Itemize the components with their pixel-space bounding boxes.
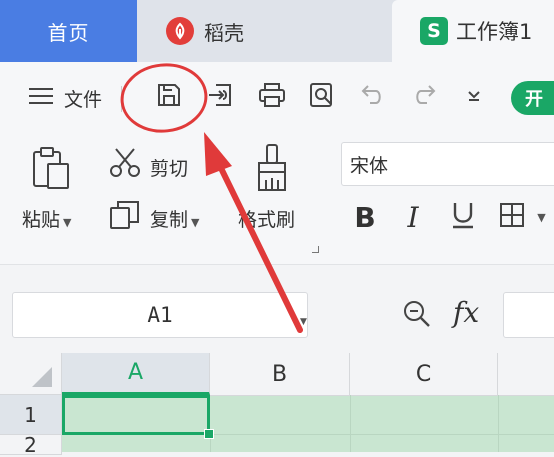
column-header-label: B — [271, 361, 288, 387]
column-header-label: A — [127, 360, 144, 385]
tab-docer[interactable]: 稻壳 — [138, 0, 392, 62]
caret-down-icon: ▼ — [63, 216, 72, 229]
find-function-button[interactable] — [401, 298, 433, 334]
tab-home[interactable]: 首页 — [0, 0, 137, 62]
underline-icon — [449, 200, 477, 234]
caret-down-icon: ▼ — [300, 317, 307, 327]
docer-logo-icon — [166, 17, 194, 45]
clipboard-group-launcher[interactable] — [312, 246, 319, 253]
column-header-b[interactable]: B — [210, 353, 350, 395]
font-name-select[interactable]: 宋体 — [341, 142, 554, 186]
save-button[interactable] — [152, 80, 186, 114]
paste-dropdown[interactable]: 粘贴 ▼ — [22, 205, 71, 232]
name-box-dropdown[interactable]: ▼ — [297, 309, 307, 328]
borders-icon — [498, 201, 526, 233]
print-icon — [257, 81, 287, 113]
row-header-2[interactable]: 2 — [0, 433, 62, 457]
row-header-label: 1 — [24, 402, 37, 427]
format-painter-button[interactable] — [252, 142, 292, 198]
copy-label: 复制 — [150, 209, 189, 231]
start-tab-label: 开 — [525, 89, 543, 110]
tab-workbook-label: 工作簿1 — [456, 20, 533, 44]
row-header-1[interactable]: 1 — [0, 395, 62, 435]
zoom-search-icon — [401, 301, 433, 334]
hamburger-icon — [28, 86, 54, 110]
borders-button[interactable] — [496, 197, 528, 237]
customize-toolbar-button[interactable] — [457, 80, 491, 114]
column-header-c[interactable]: C — [350, 353, 498, 395]
format-painter-label: 格式刷 — [238, 209, 296, 231]
italic-icon: I — [407, 200, 419, 234]
export-button[interactable] — [204, 80, 238, 114]
chevron-down-icon — [464, 85, 484, 109]
row-2-cells[interactable] — [62, 434, 554, 452]
start-tab-button[interactable]: 开 — [511, 81, 554, 115]
bold-button[interactable]: B — [350, 197, 380, 237]
name-box[interactable]: A1 — [12, 292, 308, 338]
export-icon — [206, 81, 236, 113]
print-preview-icon — [307, 81, 337, 113]
undo-button[interactable] — [355, 80, 389, 114]
paste-label: 粘贴 — [22, 209, 61, 231]
clipboard-icon — [30, 147, 74, 196]
print-preview-button[interactable] — [305, 80, 339, 114]
cut-button[interactable] — [108, 146, 142, 184]
borders-dropdown[interactable]: ▼ — [530, 197, 550, 237]
fx-label: fx — [453, 296, 480, 329]
paste-button[interactable] — [30, 144, 74, 196]
tab-workbook[interactable]: S 工作簿1 — [392, 0, 554, 62]
tab-docer-label: 稻壳 — [204, 20, 244, 45]
column-header-label: C — [415, 361, 432, 387]
scissors-icon — [108, 148, 142, 184]
redo-icon — [411, 81, 439, 113]
tab-home-label: 首页 — [47, 20, 90, 45]
bold-icon: B — [354, 200, 376, 234]
underline-button[interactable] — [446, 197, 480, 237]
fill-handle[interactable] — [204, 429, 214, 439]
insert-function-button[interactable]: fx — [453, 296, 479, 329]
file-menu-label: 文件 — [64, 88, 103, 111]
column-divider — [350, 395, 351, 452]
column-divider — [210, 437, 211, 452]
cell-a1-selected[interactable] — [62, 395, 210, 435]
font-name-value: 宋体 — [350, 154, 389, 177]
column-divider — [498, 395, 499, 452]
column-header-a[interactable]: A — [62, 353, 210, 395]
copy-icon — [108, 201, 142, 236]
name-box-value: A1 — [147, 303, 173, 327]
italic-button[interactable]: I — [398, 197, 428, 237]
file-menu-button[interactable]: 文件 — [28, 82, 102, 114]
undo-icon — [358, 81, 386, 113]
copy-dropdown[interactable]: 复制 ▼ — [150, 205, 199, 232]
save-icon — [155, 81, 183, 113]
toolbar-divider — [121, 86, 122, 112]
spreadsheet-logo-icon: S — [420, 17, 448, 45]
print-button[interactable] — [255, 80, 289, 114]
redo-button[interactable] — [408, 80, 442, 114]
select-all-triangle-icon — [32, 367, 52, 387]
caret-down-icon: ▼ — [191, 216, 200, 229]
formula-input[interactable] — [503, 292, 554, 338]
brush-icon — [252, 144, 292, 198]
row-header-label: 2 — [24, 433, 37, 457]
caret-down-icon: ▼ — [537, 210, 546, 224]
cut-label: 剪切 — [150, 158, 189, 180]
select-all-corner[interactable] — [0, 353, 62, 395]
copy-button[interactable] — [108, 198, 142, 236]
